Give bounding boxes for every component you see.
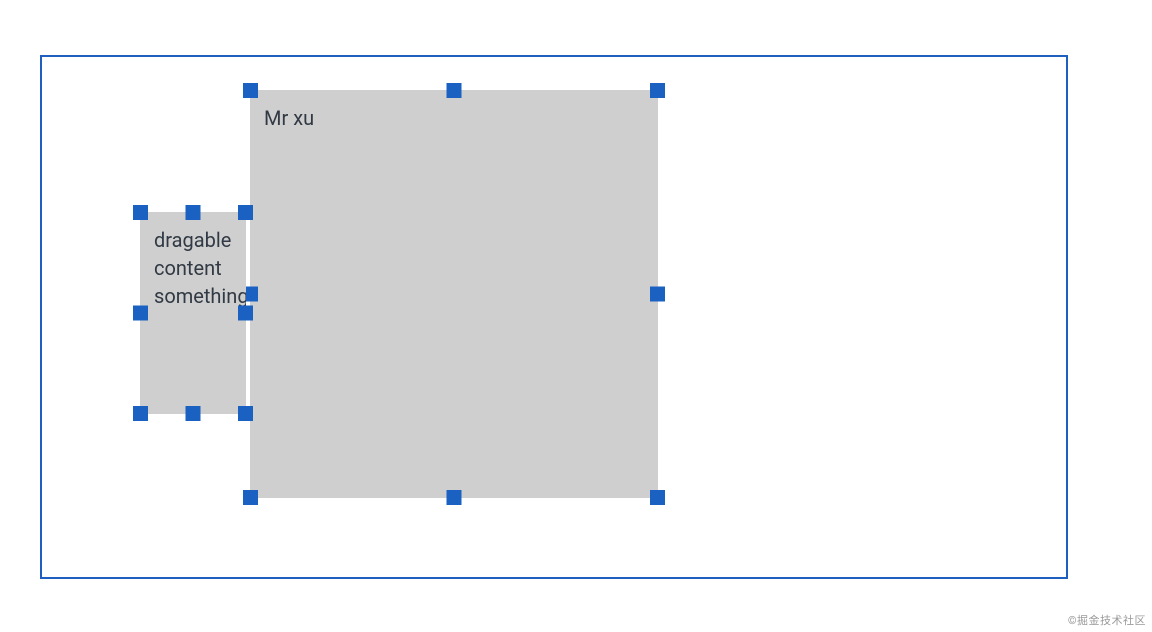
selectable-box-dragable[interactable]: dragable content something <box>140 212 246 414</box>
resize-handle-s[interactable] <box>186 406 201 421</box>
resize-handle-nw[interactable] <box>243 83 258 98</box>
watermark-text: ©掘金技术社区 <box>1068 612 1146 628</box>
resize-handle-sw[interactable] <box>243 490 258 505</box>
resize-handle-se[interactable] <box>650 490 665 505</box>
selectable-box-mr-xu[interactable]: Mr xu <box>250 90 658 498</box>
resize-handle-n[interactable] <box>447 83 462 98</box>
resize-handle-ne[interactable] <box>238 205 253 220</box>
resize-handle-w[interactable] <box>133 306 148 321</box>
resize-handle-nw[interactable] <box>133 205 148 220</box>
box-label: Mr xu <box>264 104 314 132</box>
resize-handle-e[interactable] <box>238 306 253 321</box>
resize-handle-e[interactable] <box>650 287 665 302</box>
resize-handle-n[interactable] <box>186 205 201 220</box>
resize-handle-ne[interactable] <box>650 83 665 98</box>
canvas-frame[interactable]: Mr xu dragable content something <box>40 55 1068 579</box>
resize-handle-s[interactable] <box>447 490 462 505</box>
resize-handle-se[interactable] <box>238 406 253 421</box>
box-label: dragable content something <box>154 226 246 310</box>
resize-handle-sw[interactable] <box>133 406 148 421</box>
